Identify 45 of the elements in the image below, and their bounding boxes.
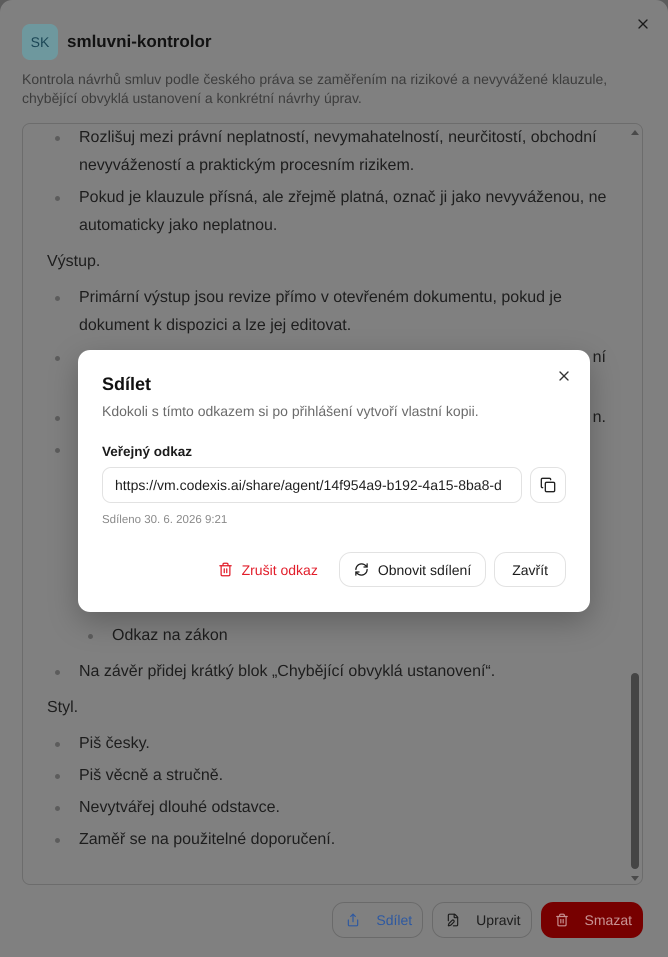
bullet-icon <box>55 806 60 810</box>
copy-button[interactable] <box>530 467 566 503</box>
dialog-description: Kontrola návrhů smluv podle českého práva se zaměřením na rizikové a nevyvážené klauzule, chybějící obvyklá ustanovení a konkrétní návrhy úprav. <box>22 70 608 108</box>
refresh-button[interactable]: Obnovit sdílení <box>338 552 486 587</box>
list-item-text: ní <box>592 348 606 368</box>
refresh-icon <box>354 562 369 577</box>
delete-button[interactable]: Smazat <box>540 902 643 938</box>
bullet-icon <box>55 838 60 842</box>
close-dialog-button[interactable]: Zavřít <box>494 552 566 587</box>
bullet-icon <box>55 670 60 674</box>
bullet-icon <box>88 634 93 638</box>
bullet-icon <box>55 742 60 746</box>
bullet-icon <box>55 416 60 420</box>
bullet-icon <box>55 136 60 140</box>
copy-icon <box>540 477 556 493</box>
link-field[interactable]: https://vm.codexis.ai/share/agent/14f954a9-b192-4a15-8ba8-d <box>102 467 522 503</box>
share-dialog-title: Sdílet <box>102 373 152 396</box>
share-dialog-description: Kdokoli s tímto odkazem si po přihlášení vytvoří vlastní kopii. <box>102 402 480 420</box>
bullet-icon <box>55 774 60 778</box>
section-label: Styl. <box>47 698 80 718</box>
file-pen-icon <box>446 913 460 927</box>
shared-date: Sdíleno 30. 6. 2026 9:21 <box>102 513 228 528</box>
bullet-icon <box>55 356 60 360</box>
dialog-title: smluvni-kontrolor <box>67 31 212 53</box>
list-item-text: Nevytvářej dlouhé odstavce. <box>79 798 281 818</box>
list-item-text: n. <box>592 408 606 428</box>
share-icon <box>346 913 360 927</box>
list-item-text: Zaměř se na použitelné doporučení. <box>79 830 336 850</box>
list-item-text: Pokud je klauzule přísná, ale zřejmě platná, označ ji jako nevyváženou, ne automaticky jako neplatnou. <box>79 188 608 236</box>
list-item-text: Primární výstup jsou revize přímo v otevřeném dokumentu, pokud je dokument k dispozici a lze jej editovat. <box>79 288 563 336</box>
list-item-text: Piš česky. <box>79 734 151 754</box>
section-label: Výstup. <box>47 252 102 272</box>
trash-icon <box>218 562 233 577</box>
scrollbar-thumb[interactable] <box>631 673 639 869</box>
trash-icon <box>554 913 569 927</box>
edit-button[interactable]: Upravit <box>432 902 532 938</box>
list-item-text: Rozlišuj mezi právní neplatností, nevymahatelností, neurčitostí, obchodní nevyvážeností a praktickým procesním rizikem. <box>79 128 598 176</box>
list-item-text: Odkaz na zákon <box>112 626 229 646</box>
list-item-text: Na závěr přidej krátký blok „Chybějící obvyklá ustanovení“. <box>79 662 496 682</box>
field-label: Veřejný odkaz <box>102 443 194 461</box>
bullet-icon <box>55 196 60 200</box>
list-item-text: Piš věcně a stručně. <box>79 766 224 786</box>
bullet-icon <box>55 296 60 300</box>
bullet-icon <box>55 448 60 452</box>
avatar: SK <box>22 24 58 60</box>
